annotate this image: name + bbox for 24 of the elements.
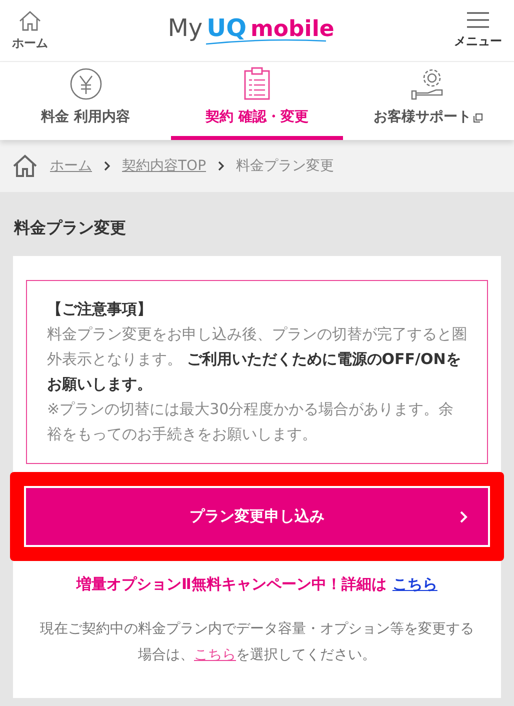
nav-tab[interactable]: お客様サポート xyxy=(342,62,514,140)
menu-button[interactable]: メニュー xyxy=(454,12,502,50)
external-link-icon xyxy=(473,112,484,122)
notice-heading: 【ご注意事項】 xyxy=(47,299,153,320)
campaign-text: 増量オプションⅡ無料キャンペーン中！詳細は xyxy=(76,574,386,595)
campaign-link[interactable]: こちら xyxy=(392,573,438,596)
home-button[interactable]: ホーム xyxy=(12,10,48,52)
chevron-right-icon xyxy=(218,161,224,171)
logo: My UQ mobile xyxy=(168,16,334,45)
breadcrumb-current: 料金プラン変更 xyxy=(236,156,334,176)
clipboard-icon xyxy=(242,67,271,101)
nav-tab[interactable]: 料金 利用内容 xyxy=(0,62,172,140)
chevron-right-icon xyxy=(460,510,468,522)
other-change-text: 現在ご契約中の料金プラン内でデータ容量・オプション等を変更する場合は、こちら を選択してください。 xyxy=(39,620,475,664)
menu-icon xyxy=(466,12,489,28)
yen-icon xyxy=(68,67,103,101)
other-change-link[interactable]: こちら xyxy=(194,646,236,662)
page-title: 料金プラン変更 xyxy=(12,217,127,239)
chevron-right-icon xyxy=(104,161,110,171)
home-icon xyxy=(18,10,42,32)
notice-note: ※プランの切替には最大30分程度かかる場合があります。余裕をもってのお手続きをお願いします。 xyxy=(47,399,455,445)
home-icon xyxy=(12,154,38,178)
apply-button[interactable]: プラン変更申し込み xyxy=(26,488,488,545)
notice-text: 料金プラン変更をお申し込み後、プランの切替が完了すると圏外表示となります。 ご利用いただくために電源のOFF/ONをお願いします。 xyxy=(47,324,467,395)
